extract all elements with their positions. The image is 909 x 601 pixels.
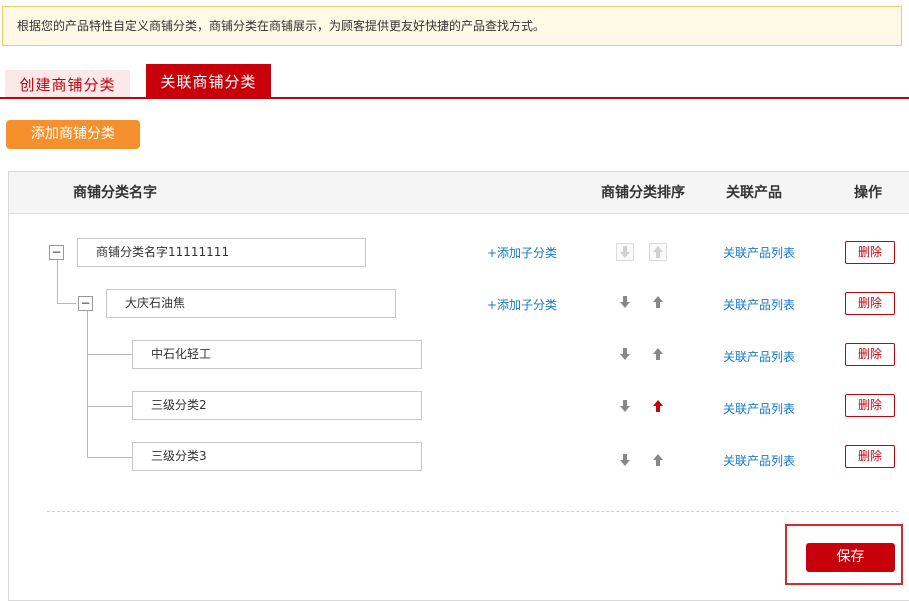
category-name-input[interactable]: 中石化轻工 [132, 340, 422, 369]
delete-button[interactable]: 删除 [845, 394, 895, 417]
add-category-button[interactable]: 添加商铺分类 [6, 120, 140, 149]
header-products: 关联产品 [726, 185, 782, 201]
move-down-icon[interactable] [617, 294, 635, 312]
product-list-link[interactable]: 关联产品列表 [723, 244, 795, 261]
category-name-input[interactable]: 三级分类3 [132, 442, 422, 471]
tree-line [87, 406, 132, 407]
category-name-input[interactable]: 商铺分类名字11111111 [77, 238, 366, 267]
product-list-link[interactable]: 关联产品列表 [723, 348, 795, 365]
tab-create-category[interactable]: 创建商铺分类 [5, 70, 130, 98]
add-subcategory-link[interactable]: +添加子分类 [487, 244, 557, 261]
add-subcategory-link[interactable]: +添加子分类 [487, 296, 557, 313]
tabs-divider [0, 97, 909, 99]
delete-button[interactable]: 删除 [845, 292, 895, 315]
header-actions: 操作 [854, 185, 882, 201]
product-list-link[interactable]: 关联产品列表 [723, 296, 795, 313]
category-name-input[interactable]: 三级分类2 [132, 391, 422, 420]
category-name-input[interactable]: 大庆石油焦 [106, 289, 396, 318]
move-up-icon [649, 243, 667, 261]
tree-line [57, 303, 76, 304]
product-list-link[interactable]: 关联产品列表 [723, 400, 795, 417]
delete-button[interactable]: 删除 [845, 445, 895, 468]
move-up-icon[interactable] [650, 294, 668, 312]
tab-link-category[interactable]: 关联商铺分类 [146, 64, 271, 98]
divider [47, 511, 899, 512]
notice-bar: 根据您的产品特性自定义商铺分类，商铺分类在商铺展示，为顾客提供更友好快捷的产品查… [2, 6, 902, 46]
move-up-icon[interactable] [650, 398, 668, 416]
header-name: 商铺分类名字 [73, 185, 157, 201]
tree-line [87, 354, 132, 355]
delete-button[interactable]: 删除 [845, 241, 895, 264]
tree-line [87, 311, 88, 458]
move-down-icon[interactable] [617, 346, 635, 364]
save-button[interactable]: 保存 [806, 543, 895, 572]
move-down-icon[interactable] [617, 452, 635, 470]
tree-line [87, 457, 132, 458]
move-up-icon[interactable] [650, 452, 668, 470]
header-sort: 商铺分类排序 [601, 185, 685, 201]
product-list-link[interactable]: 关联产品列表 [723, 452, 795, 469]
tree-line [57, 260, 58, 303]
collapse-toggle[interactable]: − [49, 245, 64, 260]
category-table: 商铺分类名字 商铺分类排序 关联产品 操作 [8, 171, 909, 601]
move-down-icon [616, 243, 634, 261]
move-up-icon[interactable] [650, 346, 668, 364]
table-header: 商铺分类名字 商铺分类排序 关联产品 操作 [9, 172, 909, 214]
move-down-icon[interactable] [617, 398, 635, 416]
collapse-toggle[interactable]: − [78, 296, 93, 311]
delete-button[interactable]: 删除 [845, 343, 895, 366]
